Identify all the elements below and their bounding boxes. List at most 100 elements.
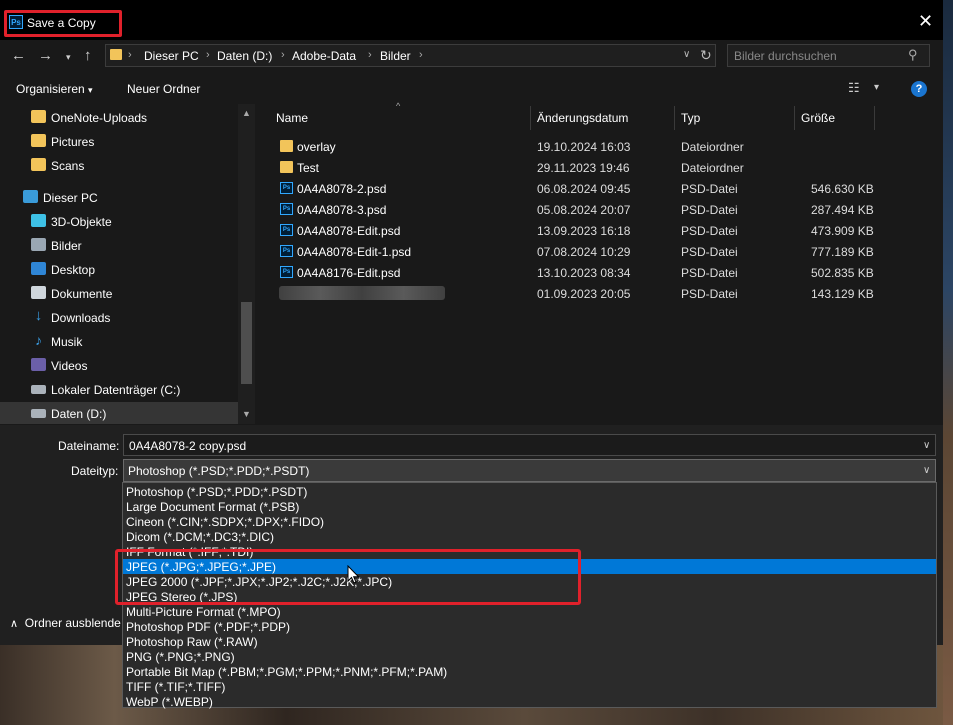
file-type: PSD-Datei — [681, 287, 738, 301]
nav-item-onenote-uploads[interactable]: OneNote-Uploads — [0, 106, 238, 128]
up-arrow-icon[interactable]: ↑ — [84, 47, 92, 64]
filetype-option[interactable]: Photoshop Raw (*.RAW) — [123, 634, 936, 649]
filetype-option-label: Photoshop PDF (*.PDF;*.PDP) — [126, 620, 291, 634]
column-divider[interactable] — [794, 106, 795, 130]
filetype-option[interactable]: Portable Bit Map (*.PBM;*.PGM;*.PPM;*.PN… — [123, 664, 936, 679]
file-row[interactable]: overlay 19.10.2024 16:03 Dateiordner — [273, 136, 923, 157]
recent-locations-chevron-icon[interactable]: ▾ — [66, 52, 71, 63]
file-row[interactable]: Ps 0A4A8078-Edit-1.psd 07.08.2024 10:29 … — [273, 241, 923, 262]
chevron-down-icon[interactable]: ▾ — [874, 82, 879, 93]
nav-item-dieser-pc[interactable]: Dieser PC — [0, 186, 238, 208]
nav-item-scans[interactable]: Scans — [0, 154, 238, 176]
filetype-option[interactable]: Dicom (*.DCM;*.DC3;*.DIC) — [123, 529, 936, 544]
nav-item-label: 3D-Objekte — [51, 215, 112, 229]
filetype-label: Dateityp: — [71, 464, 119, 478]
nav-item-daten-d[interactable]: Daten (D:) — [0, 402, 238, 424]
filetype-option[interactable]: PNG (*.PNG;*.PNG) — [123, 649, 936, 664]
nav-item-label: Musik — [51, 335, 83, 349]
column-divider[interactable] — [874, 106, 875, 130]
breadcrumb-adobe-data[interactable]: Adobe-Data — [292, 49, 356, 63]
view-options-icon[interactable]: ☷ — [848, 80, 860, 96]
breadcrumb-bilder[interactable]: Bilder — [380, 49, 411, 63]
address-dropdown-chevron-icon[interactable]: ∨ — [683, 49, 690, 60]
file-name: 0A4A8078-Edit-1.psd — [297, 245, 412, 259]
breadcrumb-dieser-pc[interactable]: Dieser PC — [144, 49, 199, 63]
close-icon[interactable]: ✕ — [918, 11, 933, 32]
filetype-option[interactable]: Photoshop PDF (*.PDF;*.PDP) — [123, 619, 936, 634]
file-name: 0A4A8078-2.psd — [297, 182, 387, 196]
column-header-size[interactable]: Größe — [801, 111, 835, 125]
filetype-option-label: Portable Bit Map (*.PBM;*.PGM;*.PPM;*.PN… — [126, 665, 448, 679]
hide-folders-toggle[interactable]: ∧ Ordner ausblende — [10, 616, 121, 630]
search-icon[interactable]: ⚲ — [908, 47, 918, 63]
file-size: 546.630 KB — [811, 182, 874, 196]
computer-icon — [23, 190, 38, 203]
nav-item-bilder[interactable]: Bilder — [0, 234, 238, 256]
filetype-option-label: Photoshop (*.PSD;*.PDD;*.PSDT) — [126, 485, 308, 499]
column-header-name[interactable]: Name — [276, 111, 308, 125]
column-header-type[interactable]: Typ — [681, 111, 700, 125]
filetype-option[interactable]: Large Document Format (*.PSB) — [123, 499, 936, 514]
chevron-down-icon[interactable]: ∨ — [923, 465, 930, 476]
file-date: 19.10.2024 16:03 — [537, 140, 631, 154]
file-size: 287.494 KB — [811, 203, 874, 217]
nav-item-label: Downloads — [51, 311, 111, 325]
column-divider[interactable] — [530, 106, 531, 130]
nav-item-3d-objekte[interactable]: 3D-Objekte — [0, 210, 238, 232]
filetype-option[interactable]: Multi-Picture Format (*.MPO) — [123, 604, 936, 619]
help-icon[interactable]: ? — [911, 81, 927, 97]
folder-icon — [280, 161, 293, 173]
nav-item-desktop[interactable]: Desktop — [0, 258, 238, 280]
filetype-option-label: PNG (*.PNG;*.PNG) — [126, 650, 235, 664]
filetype-option-label: Photoshop Raw (*.RAW) — [126, 635, 258, 649]
filename-value[interactable]: 0A4A8078-2 copy.psd — [129, 439, 246, 453]
scroll-up-icon[interactable]: ▲ — [242, 108, 251, 118]
blurred-file-name — [279, 286, 445, 300]
column-header-date[interactable]: Änderungsdatum — [537, 111, 628, 125]
filetype-option-label: WebP (*.WEBP) — [126, 695, 213, 709]
organize-button[interactable]: Organisieren ▾ — [16, 82, 93, 96]
new-folder-button[interactable]: Neuer Ordner — [127, 82, 200, 96]
download-icon: ↓ — [34, 307, 43, 324]
chevron-down-icon: ▾ — [88, 85, 93, 95]
folder-user-icon — [31, 158, 46, 171]
chevron-down-icon[interactable]: ∨ — [923, 440, 930, 451]
nav-item-lokaler-datentraeger[interactable]: Lokaler Datenträger (C:) — [0, 378, 238, 400]
filename-label: Dateiname: — [58, 439, 120, 453]
column-divider[interactable] — [674, 106, 675, 130]
filetype-option-label: Dicom (*.DCM;*.DC3;*.DIC) — [126, 530, 275, 544]
folder-icon — [110, 49, 122, 60]
3d-objects-icon — [31, 214, 46, 227]
breadcrumb-separator-icon: › — [368, 49, 372, 61]
nav-item-videos[interactable]: Videos — [0, 354, 238, 376]
nav-item-label: Lokaler Datenträger (C:) — [51, 383, 181, 397]
psd-file-icon: Ps — [280, 245, 293, 257]
filetype-option-label: Large Document Format (*.PSB) — [126, 500, 300, 514]
nav-item-dokumente[interactable]: Dokumente — [0, 282, 238, 304]
nav-item-pictures[interactable]: Pictures — [0, 130, 238, 152]
filetype-option[interactable]: Cineon (*.CIN;*.SDPX;*.DPX;*.FIDO) — [123, 514, 936, 529]
drive-icon — [31, 409, 46, 418]
breadcrumb-daten-d[interactable]: Daten (D:) — [217, 49, 272, 63]
file-row[interactable]: Ps 0A4A8176-Edit.psd 13.10.2023 08:34 PS… — [273, 262, 923, 283]
filetype-option[interactable]: Photoshop (*.PSD;*.PDD;*.PSDT) — [123, 484, 936, 499]
file-name: Test — [297, 161, 320, 175]
forward-arrow-icon[interactable]: → — [38, 47, 53, 64]
scroll-down-icon[interactable]: ▼ — [242, 409, 251, 419]
filetype-option[interactable]: WebP (*.WEBP) — [123, 694, 936, 709]
file-row[interactable]: Test 29.11.2023 19:46 Dateiordner — [273, 157, 923, 178]
file-row[interactable]: Ps 0A4A8078-3.psd 05.08.2024 20:07 PSD-D… — [273, 199, 923, 220]
nav-scrollbar-thumb[interactable] — [241, 302, 252, 384]
refresh-icon[interactable]: ↻ — [700, 47, 712, 64]
nav-item-downloads[interactable]: ↓ Downloads — [0, 306, 238, 328]
filetype-value[interactable]: Photoshop (*.PSD;*.PDD;*.PSDT) — [128, 464, 309, 478]
file-row[interactable]: Ps 0A4A8078-Edit.psd 13.09.2023 16:18 PS… — [273, 220, 923, 241]
filetype-option-label: Multi-Picture Format (*.MPO) — [126, 605, 281, 619]
back-arrow-icon[interactable]: ← — [11, 47, 26, 64]
folder-user-icon — [31, 134, 46, 147]
file-date: 06.08.2024 09:45 — [537, 182, 631, 196]
file-name: 0A4A8176-Edit.psd — [297, 266, 401, 280]
filetype-option[interactable]: TIFF (*.TIF;*.TIFF) — [123, 679, 936, 694]
nav-item-musik[interactable]: ♪ Musik — [0, 330, 238, 352]
file-row[interactable]: Ps 0A4A8078-2.psd 06.08.2024 09:45 PSD-D… — [273, 178, 923, 199]
